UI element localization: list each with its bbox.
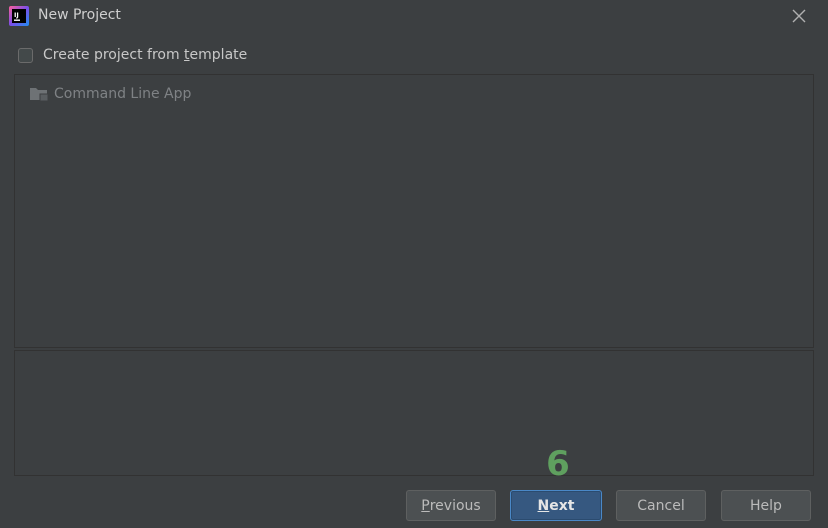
intellij-idea-icon: IJ bbox=[9, 6, 29, 26]
template-description-panel bbox=[14, 350, 814, 476]
window-title: New Project bbox=[38, 7, 121, 23]
previous-mnemonic: P bbox=[421, 497, 430, 514]
close-button[interactable] bbox=[787, 4, 811, 28]
list-item-label: Command Line App bbox=[54, 86, 192, 102]
label-text: Create project from bbox=[43, 47, 185, 63]
help-button[interactable]: Help bbox=[721, 490, 811, 521]
next-mnemonic: N bbox=[537, 497, 550, 514]
close-icon bbox=[792, 9, 806, 23]
title-bar: IJ New Project bbox=[0, 0, 828, 32]
create-from-template-option[interactable]: Create project from template bbox=[18, 45, 247, 65]
previous-label-rest: revious bbox=[429, 497, 481, 514]
next-label-rest: ext bbox=[549, 497, 575, 514]
next-button[interactable]: Next bbox=[510, 490, 602, 521]
list-item-command-line-app[interactable]: Command Line App bbox=[29, 84, 191, 104]
create-from-template-checkbox[interactable] bbox=[18, 47, 33, 63]
template-list[interactable]: Command Line App bbox=[14, 74, 814, 348]
step-number-annotation: 6 bbox=[546, 444, 570, 484]
previous-button[interactable]: Previous bbox=[406, 490, 496, 521]
svg-text:IJ: IJ bbox=[14, 11, 19, 19]
create-from-template-label[interactable]: Create project from template bbox=[43, 47, 247, 63]
label-text-rest: emplate bbox=[189, 47, 248, 63]
folder-icon bbox=[29, 86, 49, 102]
cancel-button[interactable]: Cancel bbox=[616, 490, 706, 521]
